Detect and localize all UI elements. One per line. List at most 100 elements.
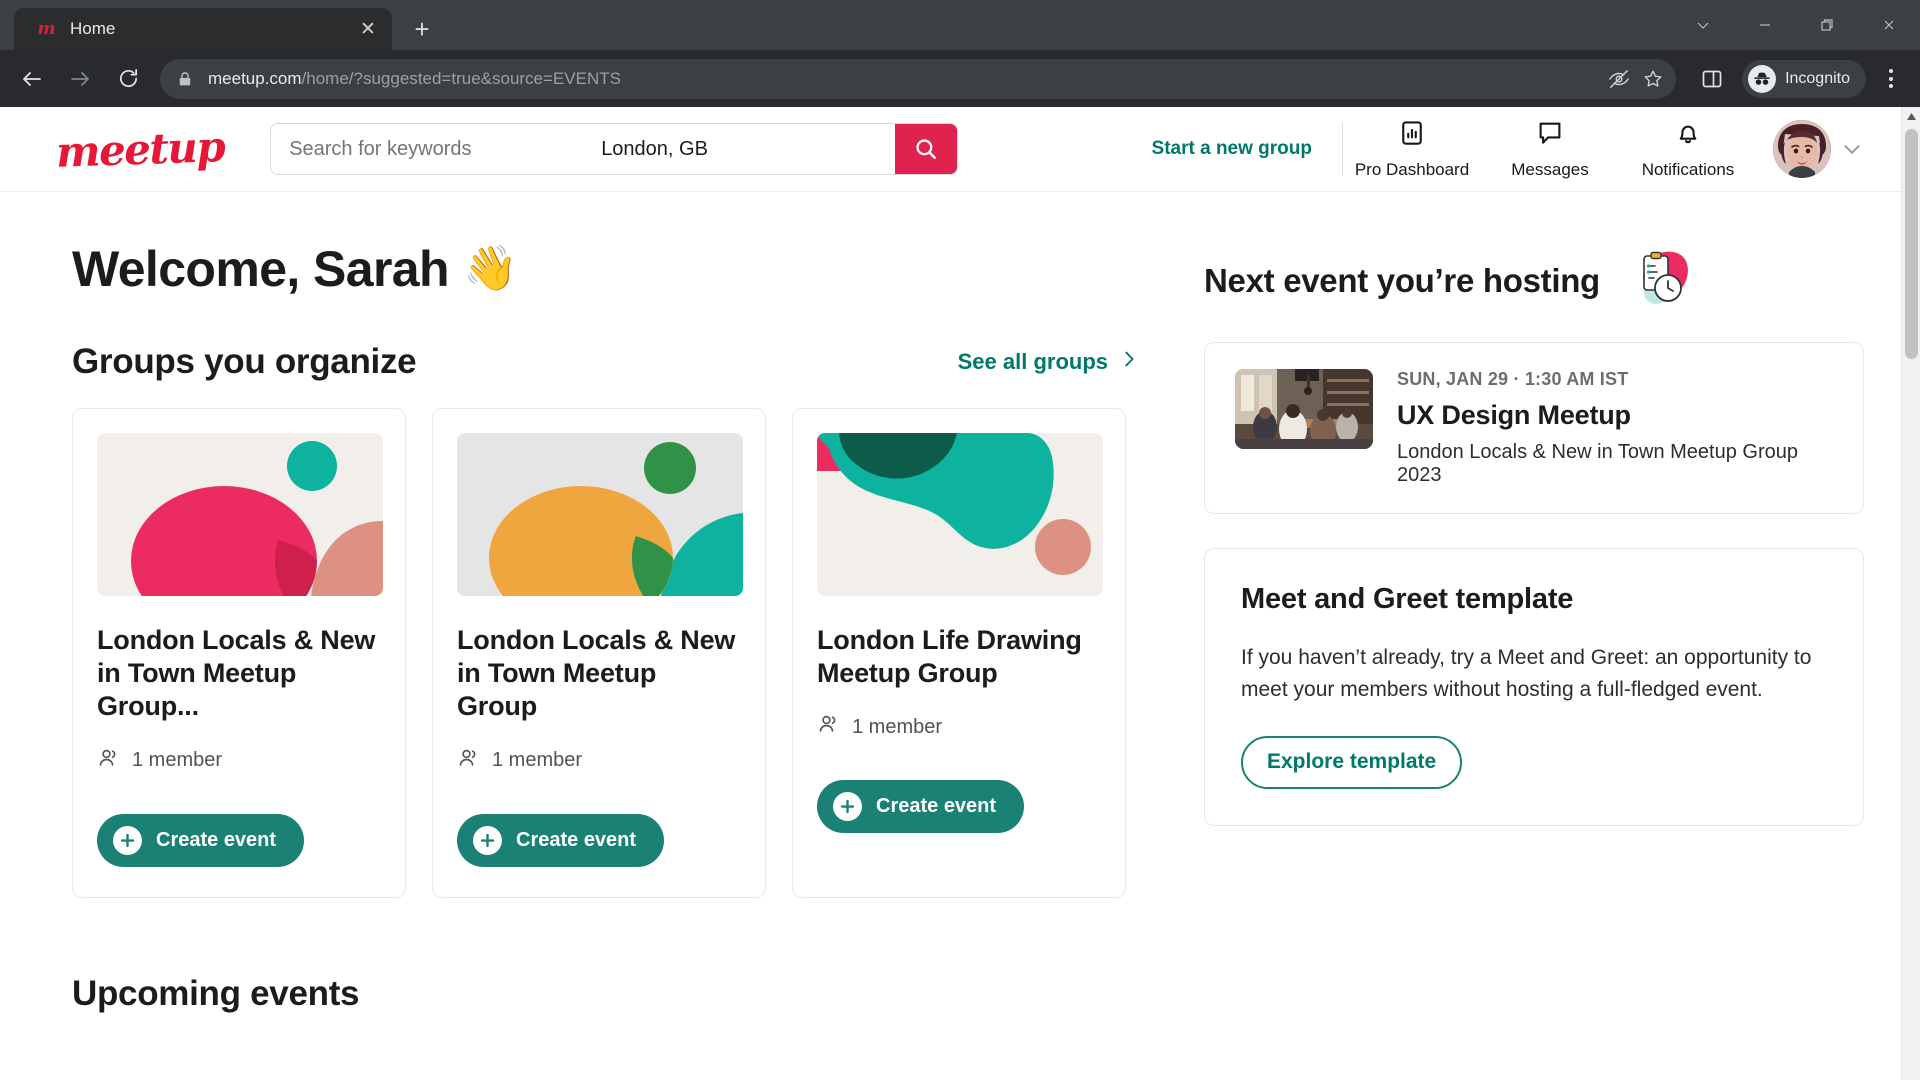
template-body: If you haven’t already, try a Meet and G… — [1241, 646, 1812, 701]
eye-off-icon[interactable] — [1602, 62, 1636, 96]
upcoming-events-title: Upcoming events — [72, 973, 360, 1013]
members-icon — [817, 712, 841, 742]
search-location-input[interactable] — [583, 124, 896, 174]
group-name: London Locals & New in Town Meetup Group… — [97, 625, 376, 722]
create-event-button[interactable]: Create event — [457, 813, 665, 867]
welcome-text: Welcome, Sarah — [72, 241, 450, 297]
bar-chart-icon — [1397, 118, 1427, 153]
groups-section-header: Groups you organize See all groups — [72, 342, 1164, 382]
explore-template-button[interactable]: Explore template — [1241, 735, 1463, 789]
browser-menu-icon[interactable] — [1872, 59, 1910, 99]
section-title: Groups you organize — [72, 342, 417, 381]
groups-card-list: London Locals & New in Town Meetup Group… — [72, 408, 1164, 898]
nav-label: Notifications — [1641, 160, 1735, 179]
meetup-logo[interactable]: meetup — [55, 122, 225, 177]
event-row[interactable]: SUN, JAN 29 · 1:30 AM IST UX Design Meet… — [1205, 343, 1863, 513]
url-path: /home/?suggested=true&source=EVENTS — [301, 68, 621, 88]
event-date: SUN, JAN 29 · 1:30 AM IST — [1397, 369, 1629, 389]
sidebar-column: Next event you’re hosting SUN, JAN 29 · … — [1204, 240, 1864, 1014]
nav-label: Messages — [1511, 160, 1589, 179]
nav-messages[interactable]: Messages — [1481, 118, 1619, 180]
site-header: meetup Start a new group Pro — [0, 107, 1901, 192]
main-column: Welcome, Sarah 👋 Groups you organize See… — [72, 240, 1164, 1014]
members-count: 1 member — [852, 715, 943, 738]
tab-strip: m Home ✕ + — [0, 0, 1920, 50]
incognito-icon — [1748, 64, 1777, 93]
group-card[interactable]: London Locals & New in Town Meetup Group… — [432, 408, 766, 898]
group-card[interactable]: London Locals & New in Town Meetup Group… — [72, 408, 406, 898]
window-controls — [1672, 0, 1920, 50]
search-bar — [270, 123, 959, 175]
search-button[interactable] — [895, 124, 958, 174]
browser-toolbar: meetup.com/home/?suggested=true&source=E… — [0, 50, 1920, 107]
group-name: London Life Drawing Meetup Group — [817, 625, 1082, 689]
new-tab-button[interactable]: + — [404, 11, 440, 47]
nav-pro-dashboard[interactable]: Pro Dashboard — [1343, 118, 1481, 180]
members-icon — [457, 746, 481, 776]
restore-icon[interactable] — [1796, 0, 1858, 50]
page-content: Welcome, Sarah 👋 Groups you organize See… — [0, 192, 1901, 1014]
reload-button[interactable] — [106, 57, 150, 101]
group-members: 1 member — [457, 746, 741, 776]
nav-notifications[interactable]: Notifications — [1619, 118, 1757, 180]
minimize-icon[interactable] — [1734, 0, 1796, 50]
meetup-favicon-icon: m — [37, 19, 56, 39]
start-new-group-link[interactable]: Start a new group — [1152, 138, 1342, 160]
close-window-icon[interactable] — [1858, 0, 1920, 50]
back-button[interactable] — [10, 57, 54, 101]
scroll-up-arrow-icon[interactable] — [1902, 107, 1920, 126]
side-panel-icon[interactable] — [1692, 59, 1732, 99]
group-members: 1 member — [817, 712, 1101, 742]
members-count: 1 member — [132, 749, 223, 772]
members-count: 1 member — [492, 749, 583, 772]
close-tab-icon[interactable]: ✕ — [356, 17, 380, 41]
avatar[interactable] — [1773, 120, 1831, 178]
page-title: Welcome, Sarah 👋 — [72, 240, 1164, 298]
group-thumbnail — [817, 433, 1103, 596]
create-event-button[interactable]: Create event — [817, 780, 1025, 834]
next-event-panel[interactable]: SUN, JAN 29 · 1:30 AM IST UX Design Meet… — [1204, 342, 1864, 514]
see-all-label: See all groups — [957, 349, 1108, 374]
event-details: SUN, JAN 29 · 1:30 AM IST UX Design Meet… — [1397, 369, 1833, 487]
url-domain: meetup.com — [208, 68, 302, 88]
page-viewport: meetup Start a new group Pro — [0, 107, 1920, 1080]
header-nav: Start a new group Pro Dashboard Messages — [1152, 118, 1873, 180]
event-name: UX Design Meetup — [1397, 400, 1631, 430]
waving-hand-icon: 👋 — [462, 244, 518, 293]
next-event-header: Next event you’re hosting — [1204, 250, 1864, 312]
group-name: London Locals & New in Town Meetup Group — [457, 625, 736, 722]
plus-icon — [113, 825, 142, 855]
speech-bubble-icon — [1535, 118, 1565, 153]
event-thumbnail — [1235, 369, 1373, 449]
meetup-page: meetup Start a new group Pro — [0, 107, 1901, 1080]
search-keywords-input[interactable] — [271, 124, 584, 174]
page-scrollbar[interactable] — [1901, 107, 1920, 1080]
scrollbar-thumb[interactable] — [1905, 129, 1918, 359]
members-icon — [97, 746, 121, 776]
incognito-profile-chip[interactable]: Incognito — [1742, 59, 1866, 98]
profile-chevron-down-icon[interactable] — [1831, 136, 1873, 162]
address-bar[interactable]: meetup.com/home/?suggested=true&source=E… — [160, 58, 1677, 99]
create-event-label: Create event — [876, 795, 997, 818]
plus-icon — [473, 825, 502, 855]
bookmark-star-icon[interactable] — [1636, 62, 1670, 96]
group-thumbnail — [457, 433, 743, 596]
create-event-label: Create event — [156, 828, 277, 851]
create-event-button[interactable]: Create event — [97, 813, 305, 867]
clipboard-clock-icon — [1614, 250, 1696, 312]
group-members: 1 member — [97, 746, 381, 776]
browser-tab-home[interactable]: m Home ✕ — [14, 8, 392, 50]
template-panel: Meet and Greet template If you haven’t a… — [1204, 548, 1864, 826]
forward-button[interactable] — [58, 57, 102, 101]
lock-icon — [176, 70, 194, 88]
incognito-label: Incognito — [1785, 69, 1850, 87]
see-all-groups-link[interactable]: See all groups — [958, 348, 1140, 376]
group-card[interactable]: London Life Drawing Meetup Group 1 membe… — [792, 408, 1126, 898]
plus-icon — [833, 792, 862, 822]
bell-icon — [1673, 118, 1703, 153]
create-event-label: Create event — [516, 828, 637, 851]
tab-title: Home — [70, 19, 116, 38]
template-title: Meet and Greet template — [1241, 583, 1574, 615]
next-event-title: Next event you’re hosting — [1204, 262, 1600, 299]
chevron-down-icon[interactable] — [1672, 0, 1734, 50]
